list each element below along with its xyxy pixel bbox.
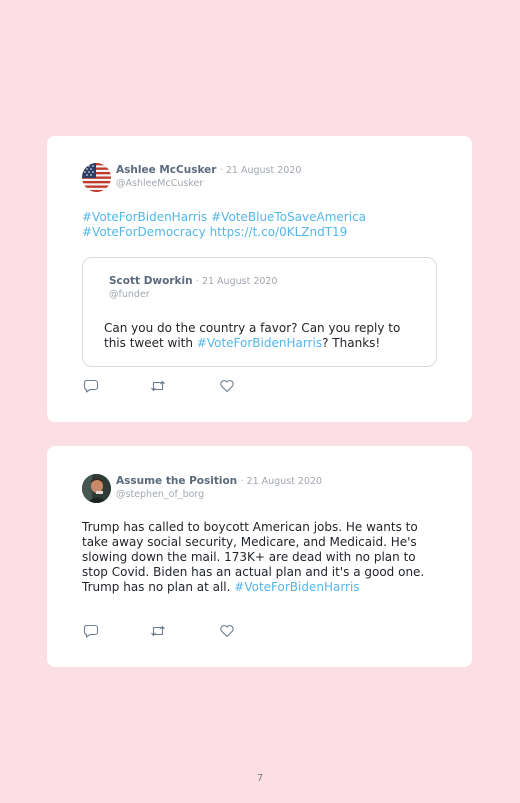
tweet-date[interactable]: · 21 August 2020	[241, 476, 323, 487]
quoted-author-name[interactable]: Scott Dworkin	[109, 275, 193, 287]
person-photo-icon	[82, 474, 111, 503]
hashtag-links-line2[interactable]: #VoteForDemocracy https://t.co/0KLZndT19	[82, 225, 347, 239]
reply-icon[interactable]	[83, 623, 99, 639]
quoted-tweet-date[interactable]: · 21 August 2020	[196, 276, 278, 287]
tweet-header: Ashlee McCusker · 21 August 2020 @Ashlee…	[116, 164, 301, 190]
tweet-text: Trump has called to boycott American job…	[82, 520, 442, 595]
tweet-date[interactable]: · 21 August 2020	[220, 165, 302, 176]
reply-icon[interactable]	[83, 378, 99, 394]
quoted-author-handle[interactable]: @funder	[109, 288, 278, 301]
tweet-hashtag[interactable]: #VoteForBidenHarris	[234, 580, 359, 594]
hashtag-links-line1[interactable]: #VoteForBidenHarris #VoteBlueToSaveAmeri…	[82, 210, 366, 224]
like-icon[interactable]	[219, 378, 235, 394]
quoted-text-after: ? Thanks!	[322, 336, 381, 350]
author-name[interactable]: Ashlee McCusker	[116, 164, 216, 176]
tweet-text: #VoteForBidenHarris #VoteBlueToSaveAmeri…	[82, 210, 442, 240]
retweet-icon[interactable]	[150, 378, 166, 394]
page-number: 7	[256, 773, 264, 784]
author-handle[interactable]: @AshleeMcCusker	[116, 177, 301, 190]
avatar-photo[interactable]	[82, 474, 111, 503]
author-handle[interactable]: @stephen_of_borg	[116, 488, 322, 501]
tweet-header: Assume the Position · 21 August 2020 @st…	[116, 475, 322, 501]
quoted-tweet-header: Scott Dworkin · 21 August 2020 @funder	[109, 275, 278, 301]
author-name[interactable]: Assume the Position	[116, 475, 237, 487]
retweet-icon[interactable]	[150, 623, 166, 639]
quoted-hashtag[interactable]: #VoteForBidenHarris	[197, 336, 322, 350]
tweet-card: Assume the Position · 21 August 2020 @st…	[47, 446, 472, 667]
us-flag-icon	[82, 163, 111, 192]
tweet-card: Ashlee McCusker · 21 August 2020 @Ashlee…	[47, 136, 472, 422]
quoted-tweet-text: Can you do the country a favor? Can you …	[104, 321, 424, 351]
quoted-tweet[interactable]: Scott Dworkin · 21 August 2020 @funder C…	[82, 257, 437, 367]
avatar-flag[interactable]	[82, 163, 111, 192]
like-icon[interactable]	[219, 623, 235, 639]
